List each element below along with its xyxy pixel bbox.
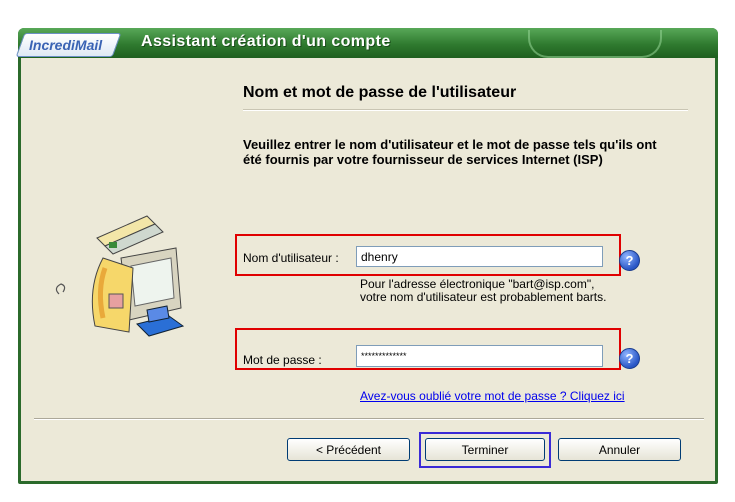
incredimail-logo: IncrediMail — [15, 33, 122, 57]
window-title: Assistant création d'un compte — [141, 33, 391, 50]
page-heading: Nom et mot de passe de l'utilisateur — [243, 84, 517, 101]
username-hint: Pour l'adresse électronique "bart@isp.co… — [360, 278, 606, 304]
password-label: Mot de passe : — [243, 353, 322, 367]
forgot-password-link[interactable]: Avez-vous oublié votre mot de passe ? Cl… — [360, 389, 625, 403]
footer-divider — [34, 418, 704, 420]
instructions-text: Veuillez entrer le nom d'utilisateur et … — [243, 137, 657, 167]
title-bar: IncrediMail Assistant création d'un comp… — [15, 28, 718, 58]
back-button[interactable]: < Précédent — [287, 438, 410, 461]
password-input[interactable] — [356, 345, 603, 367]
username-help-icon[interactable]: ? — [619, 250, 640, 271]
username-input[interactable] — [356, 246, 603, 267]
computer-printer-illustration — [55, 215, 185, 337]
swirl-decoration — [55, 283, 66, 295]
logo-text: IncrediMail — [29, 37, 103, 53]
username-hint-line2: votre nom d'utilisateur est probablement… — [360, 290, 607, 304]
password-help-icon[interactable]: ? — [619, 348, 640, 369]
finish-button[interactable]: Terminer — [425, 438, 545, 461]
username-label: Nom d'utilisateur : — [243, 251, 339, 265]
cancel-button[interactable]: Annuler — [558, 438, 681, 461]
title-decoration — [528, 30, 662, 58]
heading-divider — [243, 109, 688, 111]
wizard-window: IncrediMail Assistant création d'un comp… — [15, 28, 718, 484]
wizard-content: Nom et mot de passe de l'utilisateur Veu… — [21, 58, 715, 481]
